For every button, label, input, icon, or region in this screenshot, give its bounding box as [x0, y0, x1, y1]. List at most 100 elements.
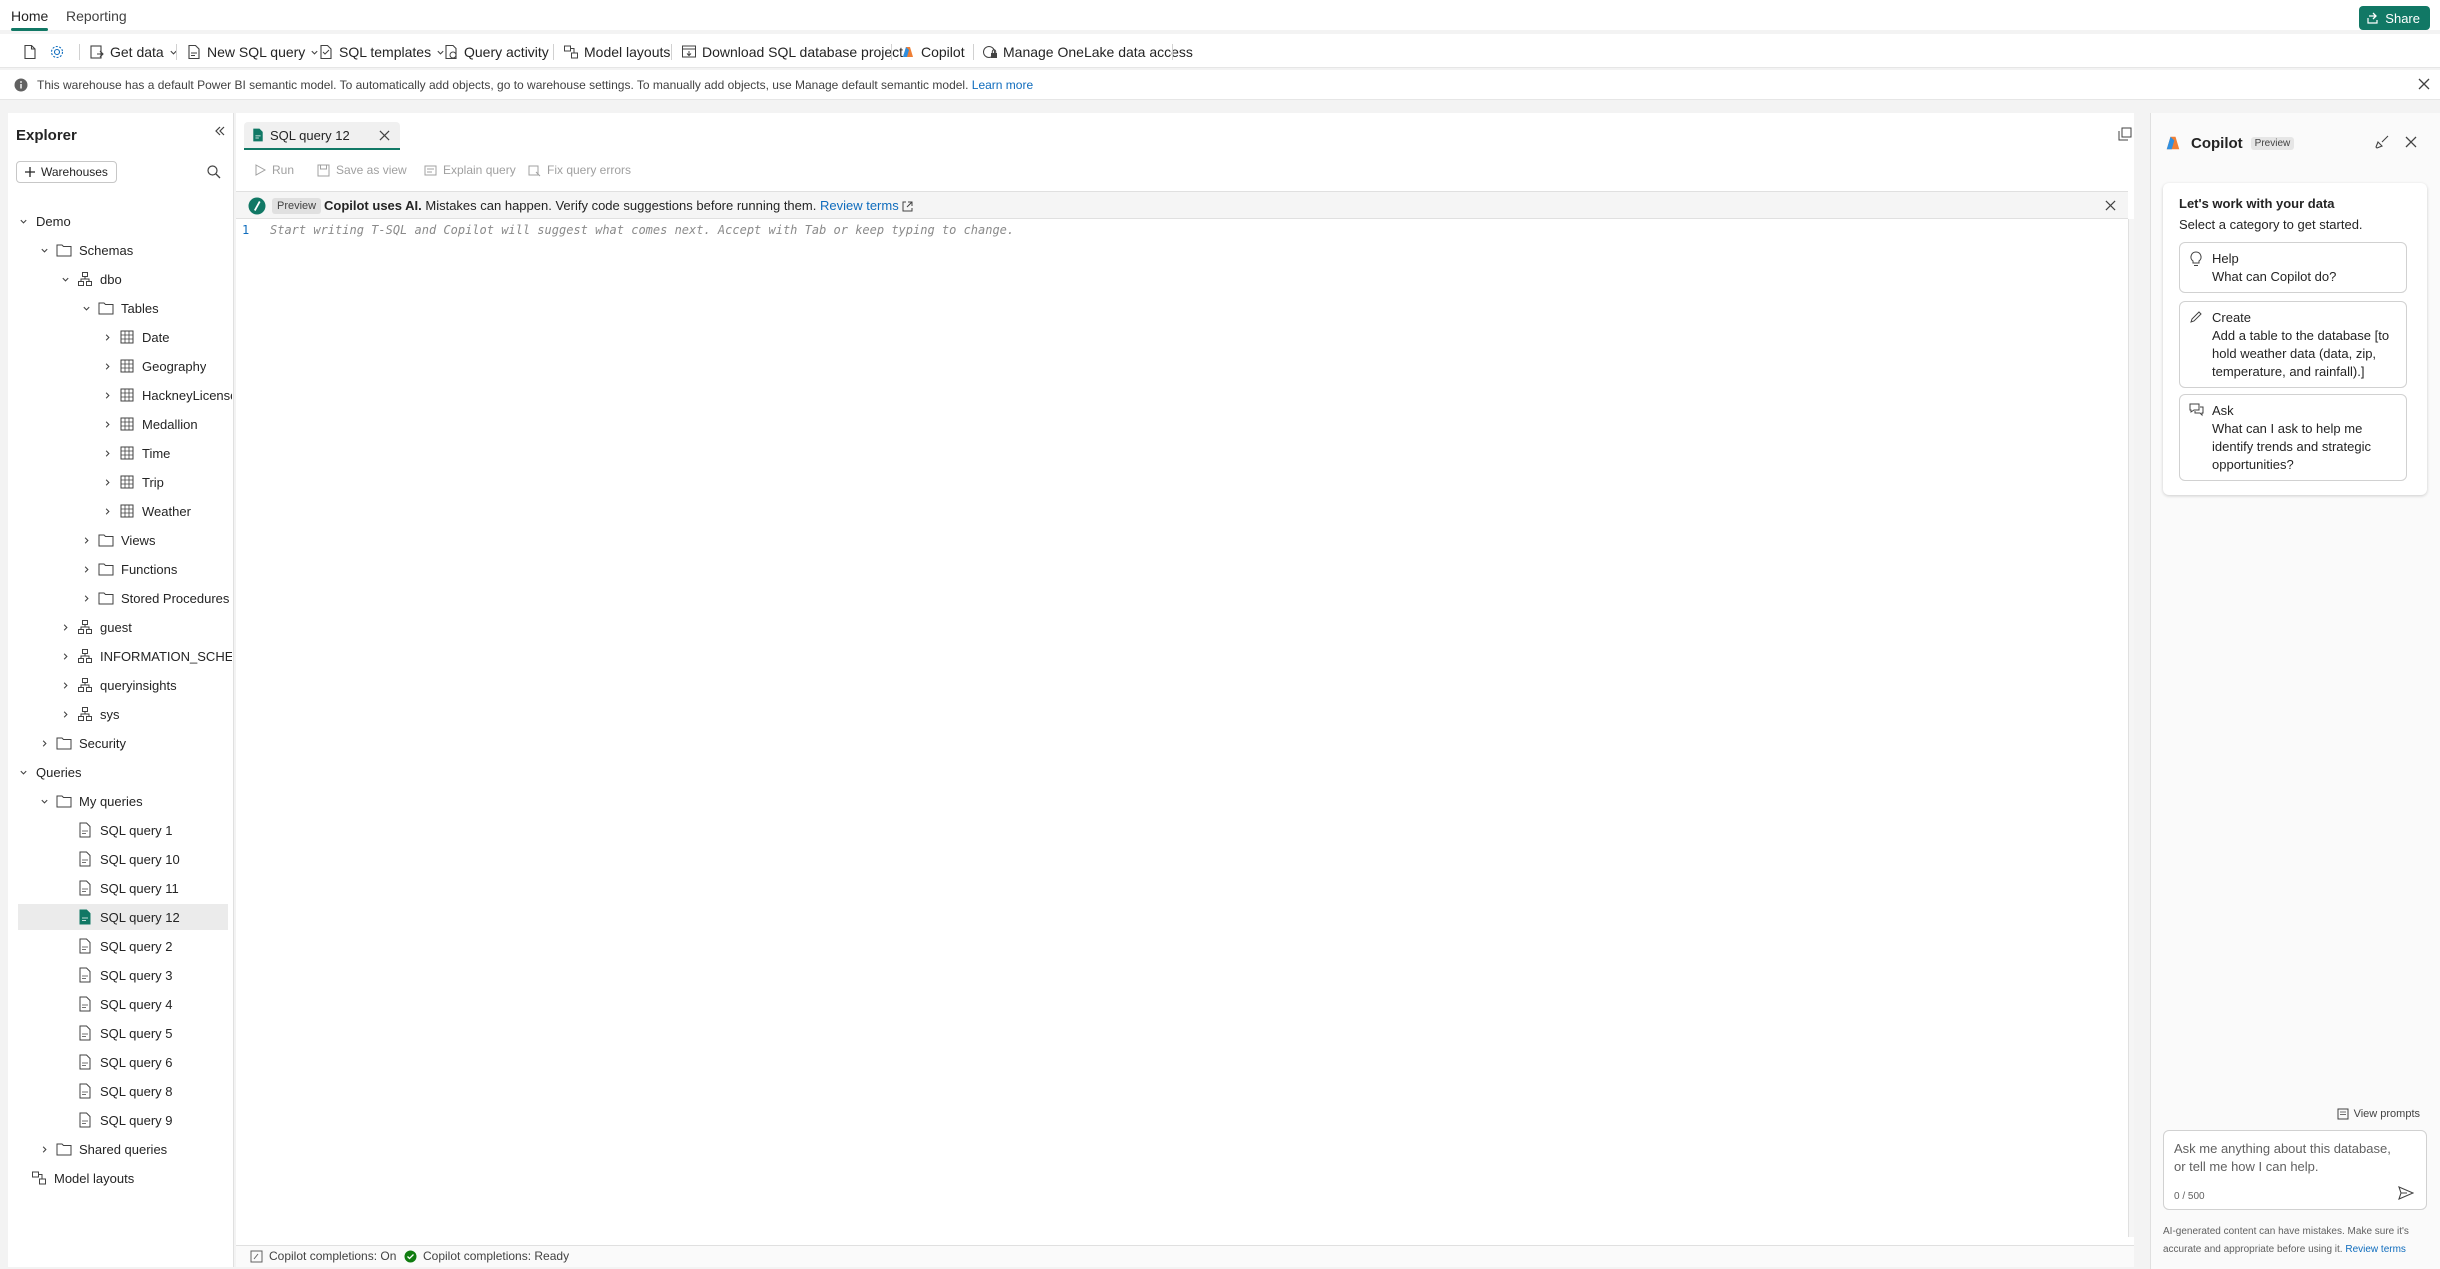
tree-item-table[interactable]: Time: [8, 440, 232, 466]
option-create[interactable]: Create Add a table to the database [to h…: [2179, 301, 2407, 388]
option-help[interactable]: Help What can Copilot do?: [2179, 242, 2407, 293]
tree-item-query[interactable]: SQL query 10: [8, 846, 232, 872]
review-terms-link[interactable]: Review terms: [820, 198, 899, 213]
send-icon[interactable]: [2398, 1185, 2414, 1201]
search-icon[interactable]: [207, 165, 221, 179]
code-line-1[interactable]: 1 Start writing T-SQL and Copilot will su…: [242, 223, 1014, 237]
tree-item-demo[interactable]: Demo: [8, 208, 232, 234]
chevron-right-icon[interactable]: [58, 707, 72, 721]
tree-item-my-queries[interactable]: My queries: [8, 788, 232, 814]
tree-item-query-selected[interactable]: SQL query 12: [18, 904, 228, 930]
chevron-down-icon[interactable]: [16, 214, 30, 228]
get-data-button[interactable]: Get data: [89, 41, 178, 63]
tree-item-information-schema[interactable]: INFORMATION_SCHEMA: [8, 643, 232, 669]
chevron-right-icon[interactable]: [100, 330, 114, 344]
close-icon[interactable]: [2418, 78, 2430, 90]
tree-item-query[interactable]: SQL query 1: [8, 817, 232, 843]
tree-item-query[interactable]: SQL query 5: [8, 1020, 232, 1046]
settings-button[interactable]: [49, 41, 65, 63]
tree-item-table[interactable]: Trip: [8, 469, 232, 495]
new-sql-query-button[interactable]: New SQL query: [186, 41, 319, 63]
broom-icon[interactable]: [2375, 135, 2389, 149]
chevron-right-icon[interactable]: [100, 417, 114, 431]
tree-item-table[interactable]: Medallion: [8, 411, 232, 437]
query-activity-button[interactable]: Query activity: [443, 41, 549, 63]
tab-reporting[interactable]: Reporting: [66, 8, 127, 24]
fix-query-errors-button[interactable]: Fix query errors: [528, 163, 631, 177]
run-button[interactable]: Run: [254, 163, 294, 177]
chevron-right-icon[interactable]: [58, 620, 72, 634]
tree-item-shared-queries[interactable]: Shared queries: [8, 1136, 232, 1162]
close-tab-icon[interactable]: [379, 130, 390, 141]
tree-item-query[interactable]: SQL query 8: [8, 1078, 232, 1104]
tree-item-query[interactable]: SQL query 11: [8, 875, 232, 901]
tree-item-queries[interactable]: Queries: [8, 759, 232, 785]
chevron-right-icon[interactable]: [100, 388, 114, 402]
tree-item-query[interactable]: SQL query 6: [8, 1049, 232, 1075]
new-sql-query-label: New SQL query: [207, 44, 306, 60]
review-terms-link[interactable]: Review terms: [2345, 1244, 2406, 1255]
tree-item-tables[interactable]: Tables: [8, 295, 232, 321]
tree-item-table[interactable]: Date: [8, 324, 232, 350]
download-project-button[interactable]: Download SQL database project: [681, 41, 903, 63]
chevron-right-icon[interactable]: [100, 359, 114, 373]
folder-icon: [97, 299, 115, 317]
warehouses-button[interactable]: Warehouses: [16, 161, 117, 183]
editor-scrollbar[interactable]: [2128, 219, 2134, 1237]
copilot-chat-input[interactable]: Ask me anything about this database, or …: [2163, 1130, 2427, 1210]
tree-item-query[interactable]: SQL query 3: [8, 962, 232, 988]
tree-item-dbo[interactable]: dbo: [8, 266, 232, 292]
tree-item-queryinsights[interactable]: queryinsights: [8, 672, 232, 698]
view-prompts-button[interactable]: View prompts: [2337, 1108, 2420, 1120]
tree-item-query[interactable]: SQL query 4: [8, 991, 232, 1017]
tree-item-guest[interactable]: guest: [8, 614, 232, 640]
tree-item-functions[interactable]: Functions: [8, 556, 232, 582]
chevron-down-icon[interactable]: [37, 794, 51, 808]
tree-item-schemas[interactable]: Schemas: [8, 237, 232, 263]
option-text: What can I ask to help me identify trend…: [2212, 421, 2371, 472]
share-button[interactable]: Share: [2359, 6, 2430, 30]
tab-home[interactable]: Home: [11, 8, 49, 31]
learn-more-link[interactable]: Learn more: [972, 78, 1033, 92]
option-ask[interactable]: Ask What can I ask to help me identify t…: [2179, 394, 2407, 481]
chevron-right-icon[interactable]: [100, 475, 114, 489]
chevron-down-icon[interactable]: [37, 243, 51, 257]
tree-item-sys[interactable]: sys: [8, 701, 232, 727]
model-layouts-button[interactable]: Model layouts: [563, 41, 670, 63]
sql-templates-button[interactable]: SQL templates: [318, 41, 445, 63]
save-as-view-button[interactable]: Save as view: [317, 163, 407, 177]
chevron-right-icon[interactable]: [100, 446, 114, 460]
close-icon[interactable]: [2405, 136, 2417, 148]
chevron-down-icon[interactable]: [58, 272, 72, 286]
chevron-right-icon[interactable]: [58, 678, 72, 692]
chevron-down-icon[interactable]: [16, 765, 30, 779]
chevron-down-icon[interactable]: [79, 301, 93, 315]
tree-item-table[interactable]: HackneyLicense: [8, 382, 232, 408]
tree-item-security[interactable]: Security: [8, 730, 232, 756]
tree-label: queryinsights: [100, 677, 177, 693]
chevron-right-icon[interactable]: [37, 736, 51, 750]
close-icon[interactable]: [2105, 200, 2116, 211]
new-item-button[interactable]: [22, 41, 38, 63]
tree-item-table[interactable]: Weather: [8, 498, 232, 524]
chevron-right-icon[interactable]: [79, 591, 93, 605]
chevron-right-icon[interactable]: [100, 504, 114, 518]
tree-item-query[interactable]: SQL query 9: [8, 1107, 232, 1133]
query-tab[interactable]: SQL query 12: [244, 122, 400, 150]
sql-file-icon: [252, 128, 264, 142]
manage-onelake-button[interactable]: Manage OneLake data access: [982, 41, 1193, 63]
explain-query-button[interactable]: Explain query: [424, 163, 516, 177]
collapse-panel-icon[interactable]: [214, 125, 226, 137]
completions-toggle[interactable]: Copilot completions: On: [250, 1249, 396, 1263]
tree-item-model-layouts[interactable]: Model layouts: [8, 1165, 232, 1191]
chevron-right-icon[interactable]: [58, 649, 72, 663]
chevron-right-icon[interactable]: [79, 533, 93, 547]
tree-item-table[interactable]: Geography: [8, 353, 232, 379]
tree-item-stored-procedures[interactable]: Stored Procedures: [8, 585, 232, 611]
tree-item-views[interactable]: Views: [8, 527, 232, 553]
chevron-right-icon[interactable]: [79, 562, 93, 576]
tree-item-query[interactable]: SQL query 2: [8, 933, 232, 959]
chevron-right-icon[interactable]: [37, 1142, 51, 1156]
copilot-button[interactable]: Copilot: [900, 41, 965, 63]
copy-icon[interactable]: [2118, 127, 2132, 141]
